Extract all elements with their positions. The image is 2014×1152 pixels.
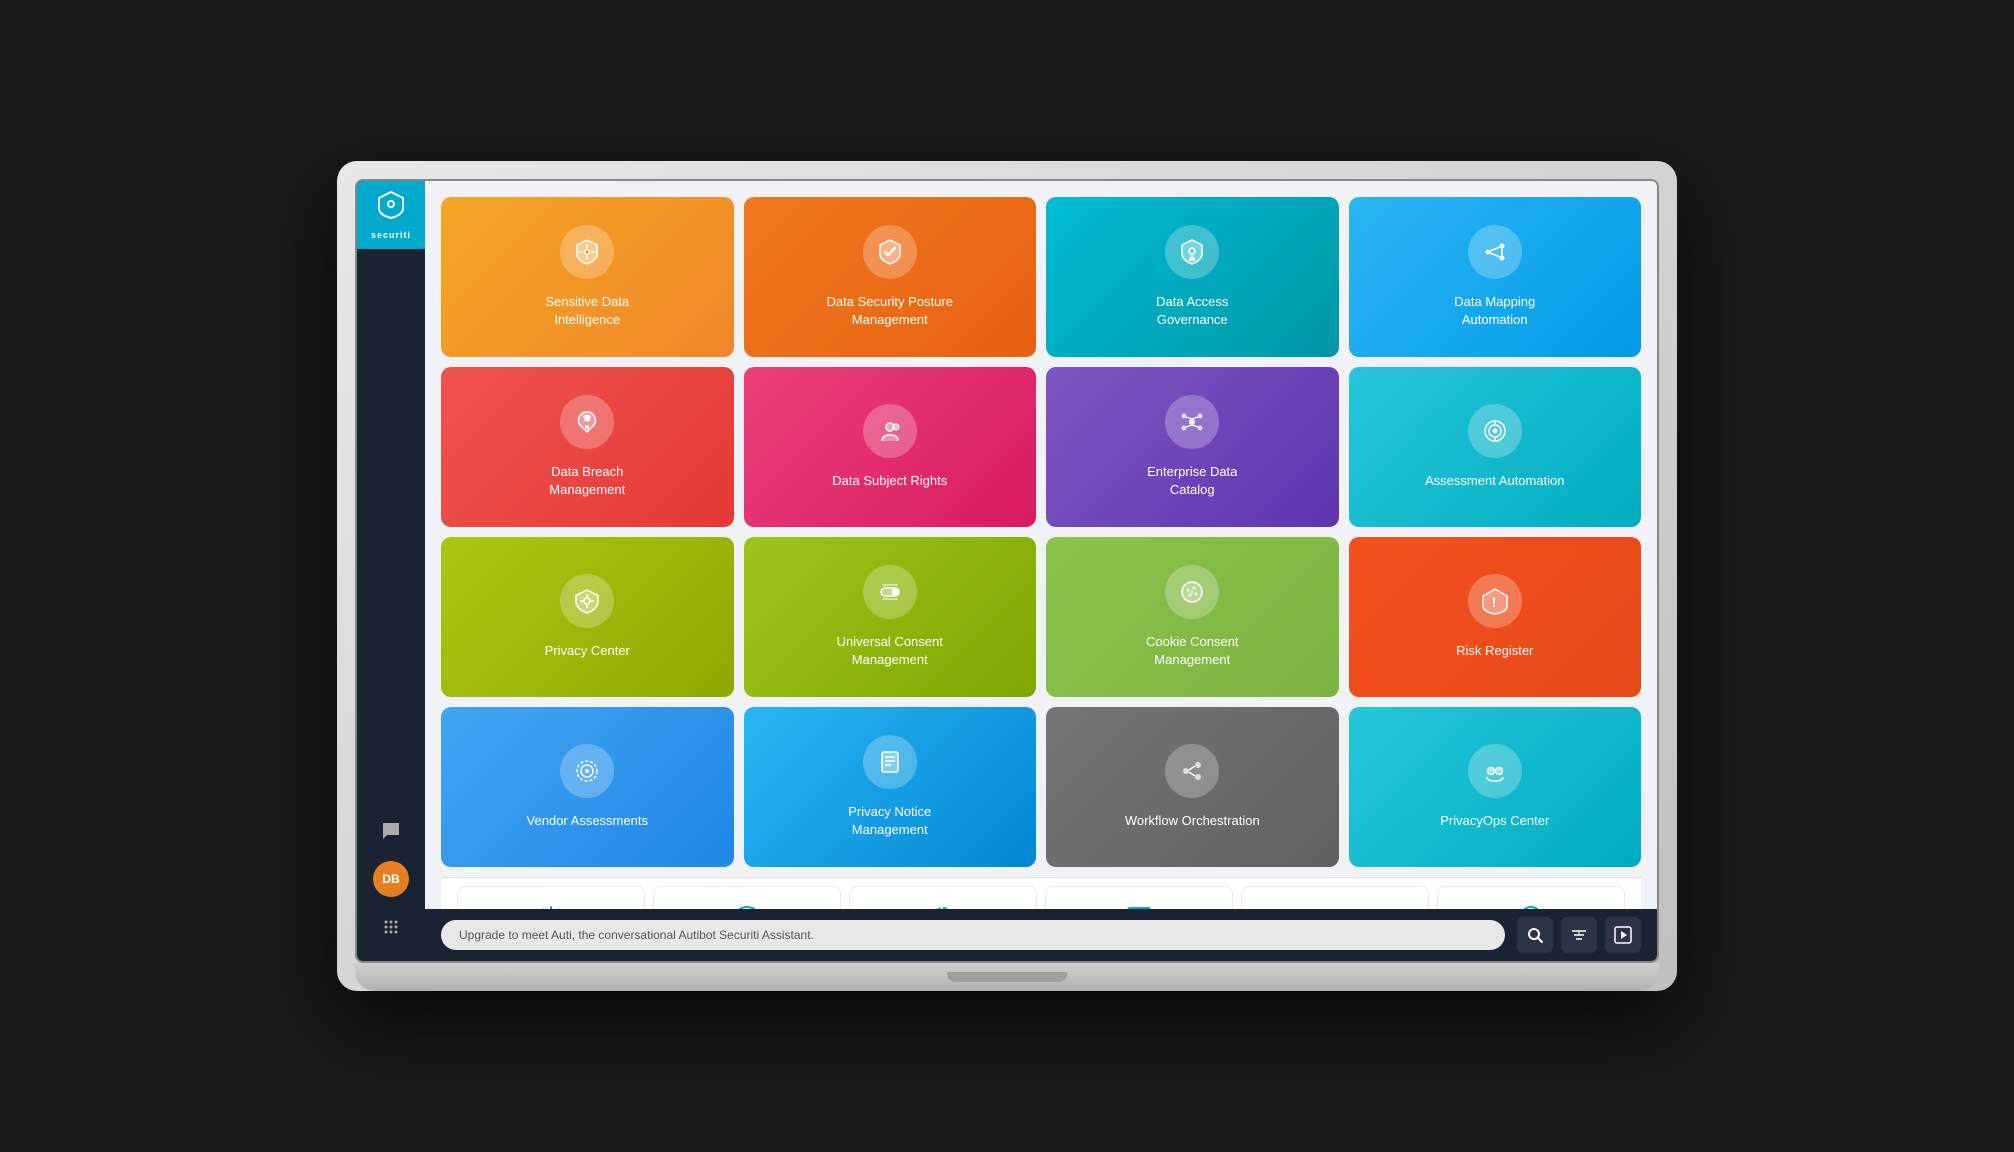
tile-data-breach[interactable]: Data BreachManagement [441, 367, 734, 527]
laptop-frame: securiti DB [337, 161, 1677, 991]
main-content: Sensitive DataIntelligence Data Security… [425, 181, 1657, 961]
tile-assessment-automation[interactable]: Assessment Automation [1349, 367, 1642, 527]
laptop-base [355, 963, 1659, 991]
chat-placeholder[interactable]: Upgrade to meet Auti, the conversational… [441, 920, 1505, 950]
tile-label-enterprise-catalog: Enterprise DataCatalog [1147, 463, 1237, 499]
tile-icon-data-subject [863, 404, 917, 458]
laptop-screen: securiti DB [355, 179, 1659, 963]
chat-bar: Upgrade to meet Auti, the conversational… [425, 909, 1657, 961]
tile-icon-risk-register: ! [1468, 574, 1522, 628]
tile-icon-enterprise-catalog [1165, 395, 1219, 449]
utility-tile-knowledge-center[interactable]: ? Knowledge Center [1437, 886, 1625, 909]
tile-privacy-center[interactable]: Privacy Center [441, 537, 734, 697]
tile-label-assessment: Assessment Automation [1425, 472, 1564, 490]
tile-label-vendor: Vendor Assessments [527, 812, 648, 830]
tile-label-universal-consent: Universal ConsentManagement [837, 633, 943, 669]
module-grid: Sensitive DataIntelligence Data Security… [441, 197, 1641, 867]
grid-dots-btn[interactable] [373, 909, 409, 945]
tile-icon-universal-consent [863, 565, 917, 619]
utility-bar: Settings Data Syst [441, 877, 1641, 909]
tile-universal-consent[interactable]: Universal ConsentManagement [744, 537, 1037, 697]
sidebar-bottom: DB [373, 813, 409, 961]
sidebar: securiti DB [357, 181, 425, 961]
app-container: securiti DB [357, 181, 1657, 961]
utility-tile-message-center[interactable]: Message Center [1045, 886, 1233, 909]
chat-actions [1517, 917, 1641, 953]
module-grid-area: Sensitive DataIntelligence Data Security… [425, 181, 1657, 909]
tile-label-privacy-notice: Privacy NoticeManagement [848, 803, 931, 839]
tile-icon-assessment [1468, 404, 1522, 458]
tile-label-privacyops: PrivacyOps Center [1440, 812, 1549, 830]
tile-icon-privacy-center [560, 574, 614, 628]
utility-grid: Settings Data Syst [457, 886, 1625, 909]
tile-icon-data-breach [560, 395, 614, 449]
tile-icon-sensitive-data [560, 225, 614, 279]
chat-sidebar-btn[interactable] [373, 813, 409, 849]
utility-tile-settings[interactable]: Settings [457, 886, 645, 909]
tile-label-data-subject: Data Subject Rights [832, 472, 947, 490]
tile-sensitive-data-intelligence[interactable]: Sensitive DataIntelligence [441, 197, 734, 357]
tile-label-sensitive-data: Sensitive DataIntelligence [545, 293, 629, 329]
search-chat-btn[interactable] [1517, 917, 1553, 953]
tile-data-security-posture[interactable]: Data Security PostureManagement [744, 197, 1037, 357]
app-logo[interactable]: securiti [357, 181, 425, 249]
tile-label-risk-register: Risk Register [1456, 642, 1533, 660]
tile-label-cookie-consent: Cookie ConsentManagement [1146, 633, 1239, 669]
laptop-notch [947, 972, 1067, 982]
tile-workflow-orchestration[interactable]: Workflow Orchestration [1046, 707, 1339, 867]
play-chat-btn[interactable] [1605, 917, 1641, 953]
logo-text: securiti [371, 230, 411, 240]
utility-tile-deployment[interactable]: Deployment [849, 886, 1037, 909]
tile-data-subject-rights[interactable]: Data Subject Rights [744, 367, 1037, 527]
tile-icon-vendor [560, 744, 614, 798]
tile-label-workflow: Workflow Orchestration [1125, 812, 1260, 830]
filter-chat-btn[interactable] [1561, 917, 1597, 953]
tile-data-access-governance[interactable]: Data AccessGovernance [1046, 197, 1339, 357]
tile-privacyops-center[interactable]: PrivacyOps Center [1349, 707, 1642, 867]
tile-icon-cookie-consent [1165, 565, 1219, 619]
tile-icon-privacyops [1468, 744, 1522, 798]
tile-cookie-consent[interactable]: Cookie ConsentManagement [1046, 537, 1339, 697]
tile-data-mapping[interactable]: Data MappingAutomation [1349, 197, 1642, 357]
tile-label-data-mapping: Data MappingAutomation [1454, 293, 1535, 329]
tile-label-data-security: Data Security PostureManagement [827, 293, 953, 329]
user-avatar[interactable]: DB [373, 861, 409, 897]
tile-enterprise-data-catalog[interactable]: Enterprise DataCatalog [1046, 367, 1339, 527]
tile-icon-data-mapping [1468, 225, 1522, 279]
tile-icon-data-access [1165, 225, 1219, 279]
tile-privacy-notice[interactable]: Privacy NoticeManagement [744, 707, 1037, 867]
tile-label-privacy-center: Privacy Center [545, 642, 630, 660]
tile-icon-workflow [1165, 744, 1219, 798]
tile-icon-privacy-notice [863, 735, 917, 789]
utility-tile-data-systems[interactable]: Data Systems [653, 886, 841, 909]
logo-icon [376, 190, 406, 226]
tile-icon-data-security [863, 225, 917, 279]
tile-label-data-breach: Data BreachManagement [549, 463, 625, 499]
tile-risk-register[interactable]: ! Risk Register [1349, 537, 1642, 697]
svg-text:!: ! [1491, 594, 1496, 610]
tile-vendor-assessments[interactable]: Vendor Assessments [441, 707, 734, 867]
tile-label-data-access: Data AccessGovernance [1156, 293, 1228, 329]
utility-tile-audit-log[interactable]: Audit Log [1241, 886, 1429, 909]
